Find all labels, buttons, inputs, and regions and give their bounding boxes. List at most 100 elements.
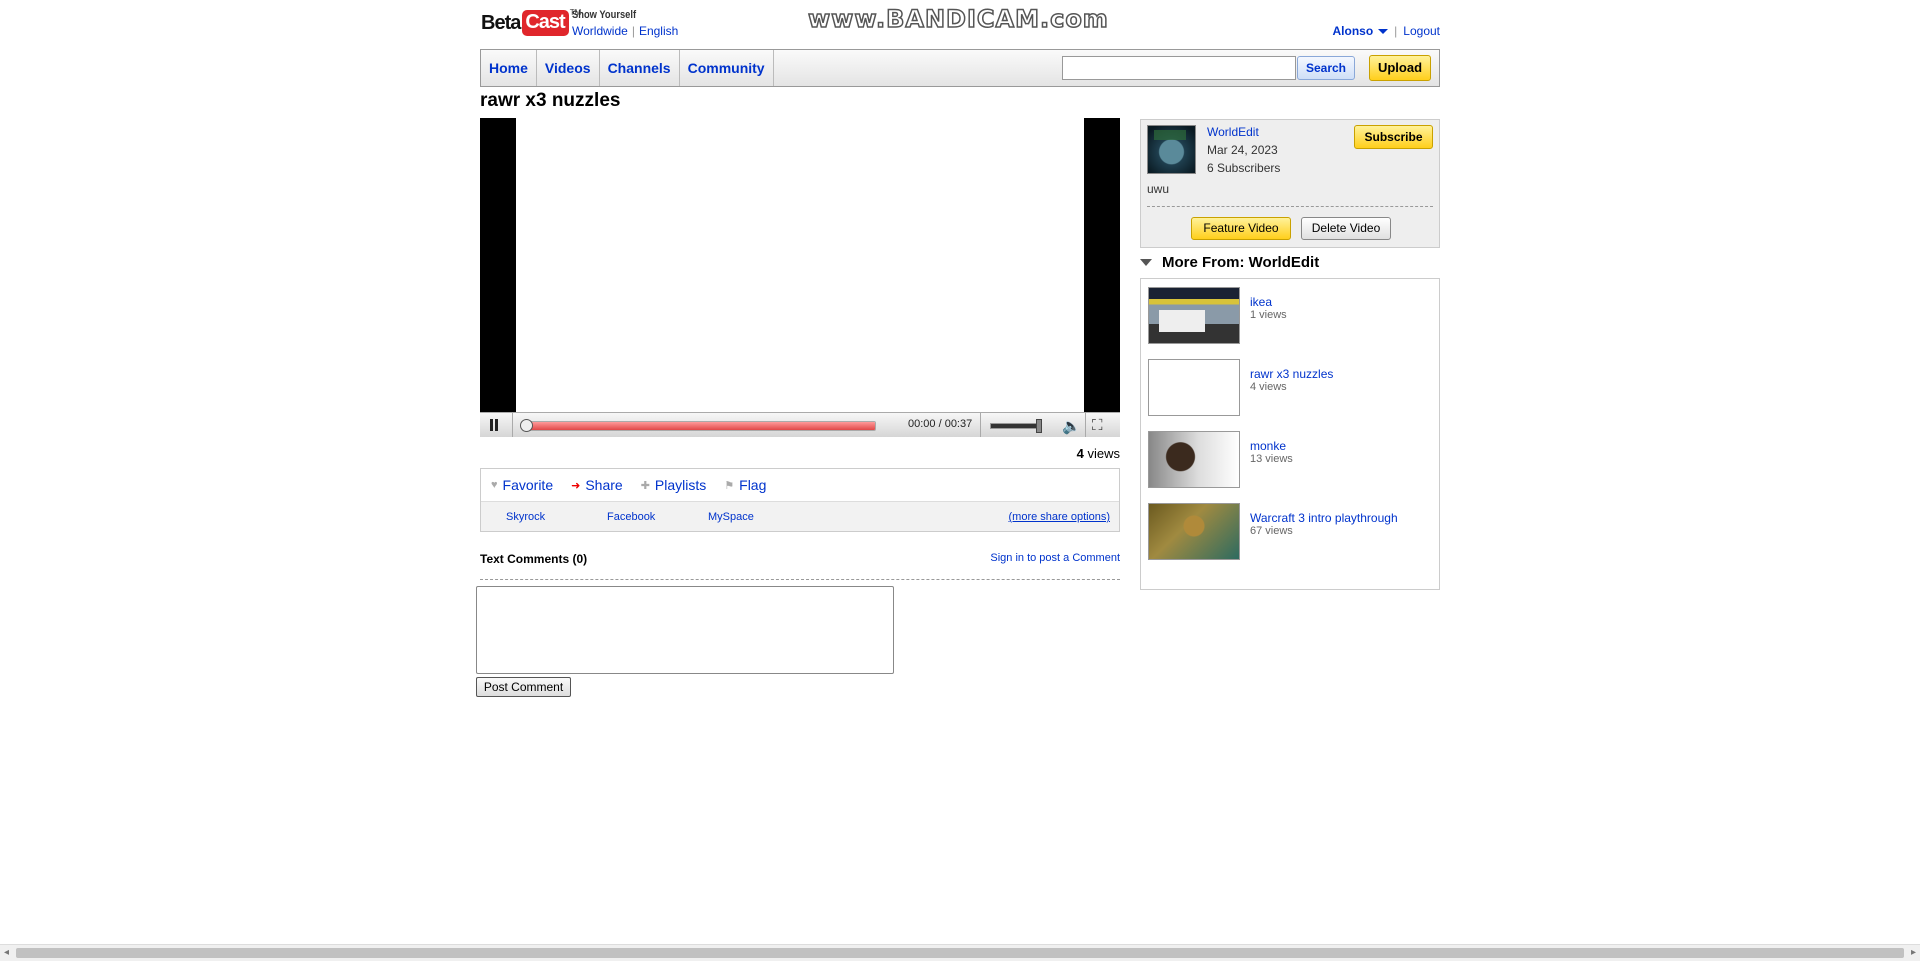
user-menu[interactable]: Alonso — [1333, 24, 1374, 38]
logo-cast: Cast — [522, 10, 569, 36]
video-views: 1 views — [1250, 309, 1287, 321]
chevron-down-icon[interactable] — [1378, 28, 1389, 34]
channel-divider — [1147, 206, 1433, 207]
controls-divider — [512, 413, 513, 437]
horizontal-scrollbar[interactable]: ◂ ▸ — [0, 944, 1920, 961]
playlists-label: Playlists — [654, 477, 707, 493]
controls-divider — [1085, 413, 1086, 437]
scroll-left-icon[interactable]: ◂ — [4, 947, 9, 958]
channel-date: Mar 24, 2023 — [1207, 143, 1278, 157]
player-controls: 00:00 / 00:37 🔈 ⛶ — [480, 412, 1120, 437]
betacast-logo[interactable]: Beta Cast TM — [481, 8, 581, 38]
share-facebook[interactable]: Facebook — [607, 511, 655, 523]
favorite-button[interactable]: ♥ Favorite — [491, 477, 553, 493]
nav-channels[interactable]: Channels — [600, 50, 680, 86]
search-input[interactable] — [1062, 56, 1296, 80]
delete-video-button[interactable]: Delete Video — [1301, 217, 1391, 240]
comments-header: Text Comments (0) Sign in to post a Comm… — [480, 552, 1120, 566]
video-views: 13 views — [1250, 453, 1293, 465]
main-nav: Home Videos Channels Community Search Up… — [480, 49, 1440, 87]
volume-slider[interactable] — [990, 423, 1038, 429]
more-from-heading: More From: WorldEdit — [1162, 254, 1320, 271]
upload-button[interactable]: Upload — [1369, 55, 1431, 81]
view-count-label: views — [1087, 446, 1120, 461]
controls-divider — [980, 413, 981, 437]
nav-community[interactable]: Community — [680, 50, 774, 86]
scroll-right-icon[interactable]: ▸ — [1911, 947, 1916, 958]
flag-button[interactable]: ⚑ Flag — [724, 477, 766, 493]
volume-handle[interactable] — [1036, 419, 1042, 433]
video-player[interactable]: 00:00 / 00:37 🔈 ⛶ — [480, 118, 1120, 437]
locale-links: Worldwide | English — [572, 24, 678, 38]
subscribe-button[interactable]: Subscribe — [1354, 125, 1433, 149]
more-from-list: ikea 1 views rawr x3 nuzzles 4 views mon… — [1140, 278, 1440, 590]
video-title-link[interactable]: ikea — [1250, 295, 1272, 309]
progress-fill — [525, 422, 875, 430]
heart-icon: ♥ — [491, 479, 498, 491]
feature-video-button[interactable]: Feature Video — [1191, 217, 1291, 240]
channel-name-link[interactable]: WorldEdit — [1207, 125, 1259, 139]
logout-link[interactable]: Logout — [1403, 24, 1440, 38]
video-views: 4 views — [1250, 381, 1287, 393]
view-count: 4 views — [480, 446, 1120, 461]
list-item[interactable]: Warcraft 3 intro playthrough 67 views — [1148, 503, 1438, 563]
bandicam-watermark: www.BANDICAM.com — [807, 4, 1109, 34]
playlists-button[interactable]: ✚ Playlists — [641, 477, 707, 493]
channel-box: WorldEdit Mar 24, 2023 6 Subscribers uwu… — [1140, 119, 1440, 248]
comments-divider — [480, 579, 1120, 580]
list-item[interactable]: monke 13 views — [1148, 431, 1438, 491]
video-title-link[interactable]: Warcraft 3 intro playthrough — [1250, 511, 1398, 525]
share-label: Share — [585, 477, 623, 493]
user-bar-separator: | — [1394, 24, 1398, 38]
pause-icon[interactable] — [490, 419, 500, 431]
share-button[interactable]: ➜ Share — [571, 477, 623, 493]
video-title: rawr x3 nuzzles — [480, 90, 621, 111]
search-button[interactable]: Search — [1297, 56, 1355, 80]
logo-beta: Beta — [481, 11, 521, 34]
view-count-number: 4 — [1076, 446, 1084, 461]
more-from-header[interactable]: More From: WorldEdit — [1140, 254, 1319, 271]
video-thumbnail[interactable] — [1148, 431, 1240, 488]
scrollbar-thumb[interactable] — [16, 948, 1904, 958]
scrubber-handle[interactable] — [520, 419, 533, 432]
arrow-right-icon: ➜ — [571, 479, 581, 492]
channel-description: uwu — [1147, 182, 1170, 196]
video-thumbnail[interactable] — [1148, 359, 1240, 416]
video-thumbnail[interactable] — [1148, 503, 1240, 560]
speaker-icon[interactable]: 🔈 — [1062, 417, 1081, 435]
comment-textarea[interactable] — [476, 586, 894, 674]
language-link[interactable]: English — [639, 24, 678, 38]
video-title-link[interactable]: monke — [1250, 439, 1286, 453]
share-myspace[interactable]: MySpace — [708, 511, 754, 523]
video-title-link[interactable]: rawr x3 nuzzles — [1250, 367, 1333, 381]
post-comment-button[interactable]: Post Comment — [476, 677, 571, 697]
flag-label: Flag — [739, 477, 767, 493]
video-screen[interactable] — [516, 118, 1084, 412]
user-bar: Alonso | Logout — [1333, 24, 1441, 38]
nav-videos[interactable]: Videos — [537, 50, 600, 86]
list-item[interactable]: ikea 1 views — [1148, 287, 1438, 347]
avatar[interactable] — [1147, 125, 1196, 174]
tagline: Show Yourself — [572, 9, 637, 21]
more-share-options[interactable]: (more share options) — [1009, 511, 1111, 523]
locale-separator: | — [631, 24, 635, 38]
video-views: 67 views — [1250, 525, 1293, 537]
favorite-label: Favorite — [502, 477, 554, 493]
share-skyrock[interactable]: Skyrock — [506, 511, 545, 523]
signin-to-comment-link[interactable]: Sign in to post a Comment — [990, 552, 1120, 564]
region-link[interactable]: Worldwide — [572, 24, 628, 38]
video-thumbnail[interactable] — [1148, 287, 1240, 344]
fullscreen-icon[interactable]: ⛶ — [1092, 417, 1103, 434]
comments-heading: Text Comments (0) — [480, 552, 588, 566]
video-actions: ♥ Favorite ➜ Share ✚ Playlists ⚑ Flag Skyroc… — [480, 468, 1120, 532]
subscriber-count: 6 Subscribers — [1207, 161, 1281, 175]
share-row: Skyrock Facebook MySpace (more share opt… — [481, 502, 1119, 531]
nav-home[interactable]: Home — [481, 50, 537, 86]
list-item[interactable]: rawr x3 nuzzles 4 views — [1148, 359, 1438, 419]
progress-bar[interactable] — [524, 421, 876, 431]
actions-row: ♥ Favorite ➜ Share ✚ Playlists ⚑ Flag — [481, 469, 1119, 502]
flag-icon: ⚑ — [724, 479, 735, 492]
triangle-down-icon — [1140, 259, 1152, 266]
time-display: 00:00 / 00:37 — [908, 418, 973, 430]
plus-icon: ✚ — [640, 479, 650, 492]
